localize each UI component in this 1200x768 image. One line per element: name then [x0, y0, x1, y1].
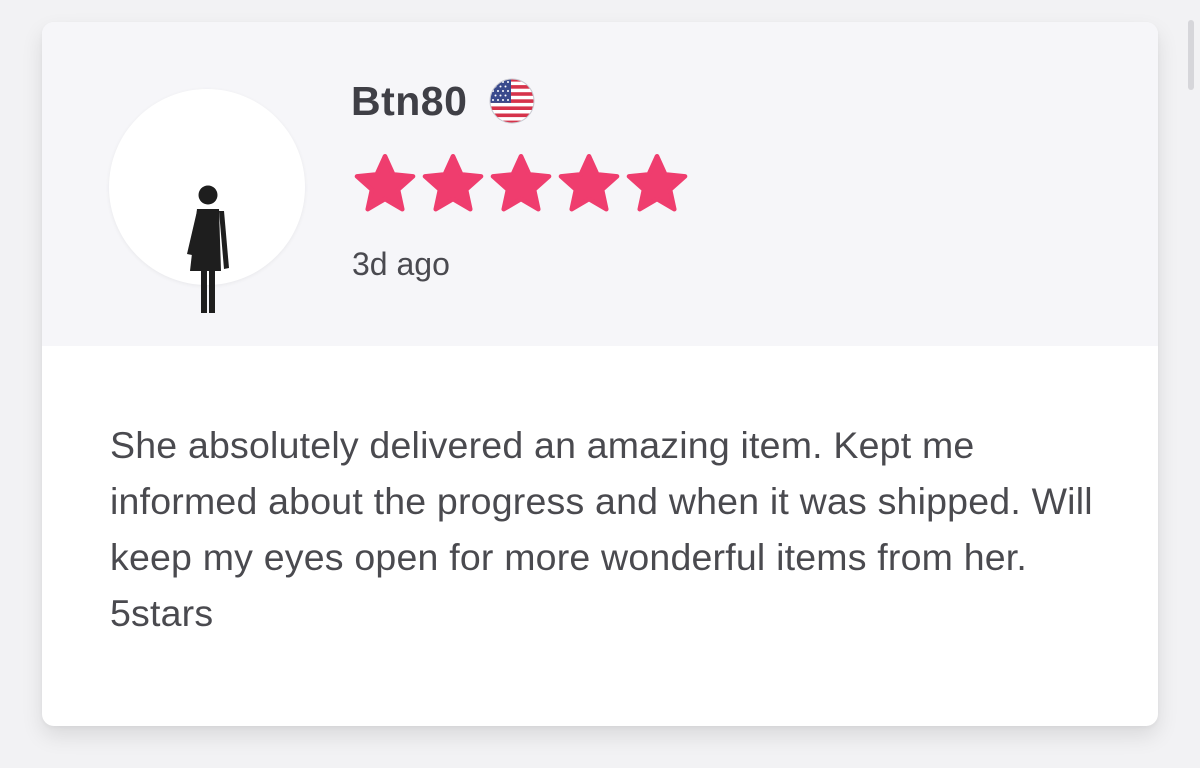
review-card: Btn80 3d ago She absolutely delivered an…: [42, 22, 1158, 726]
username[interactable]: Btn80: [351, 78, 467, 125]
star-icon: [354, 153, 416, 212]
star-rating: [350, 150, 690, 218]
review-body: She absolutely delivered an amazing item…: [110, 424, 1093, 634]
us-flag-icon: [489, 78, 535, 124]
star-icon: [558, 153, 620, 212]
star-icon: [490, 153, 552, 212]
review-timestamp: 3d ago: [352, 246, 450, 282]
star-icon: [626, 153, 688, 212]
avatar: [109, 89, 305, 313]
female-figure-icon: [187, 185, 229, 313]
username-row: Btn80: [351, 76, 535, 126]
scrollbar[interactable]: [1188, 20, 1194, 90]
star-icon: [422, 153, 484, 212]
review-header: Btn80 3d ago: [42, 22, 1158, 346]
